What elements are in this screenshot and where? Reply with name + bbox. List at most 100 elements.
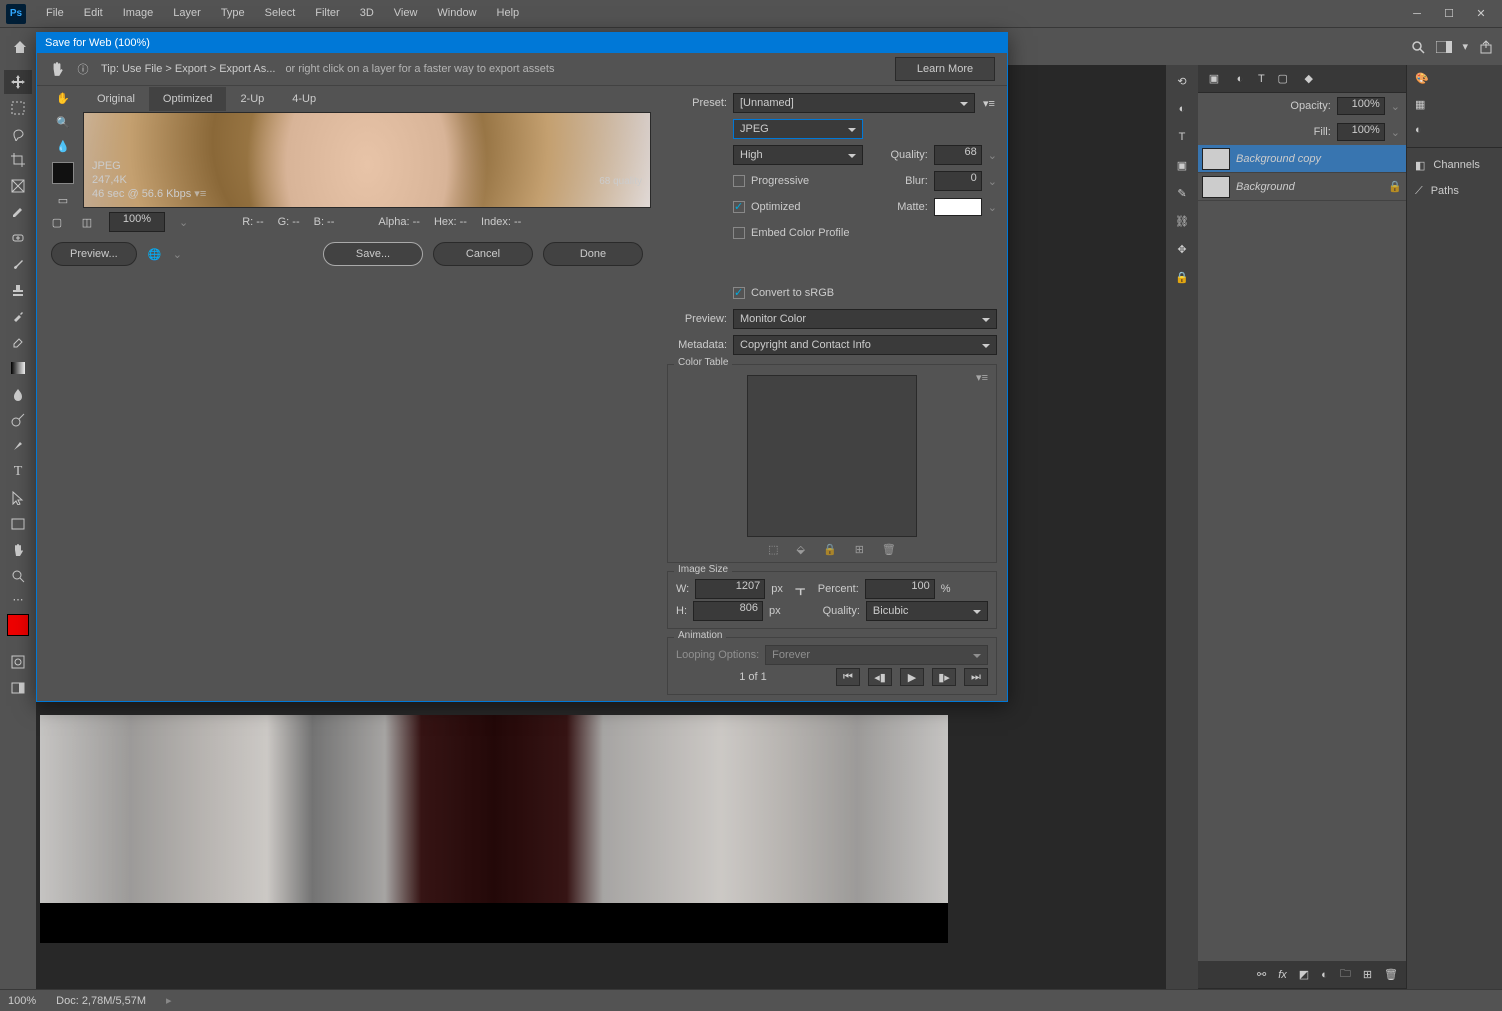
crop-tool[interactable] [4,148,32,172]
menu-window[interactable]: Window [427,0,486,27]
menu-type[interactable]: Type [211,0,255,27]
eyedropper-tool[interactable] [4,200,32,224]
link-icon[interactable]: ⛓ [1174,213,1190,229]
history-icon[interactable]: ⟲ [1174,73,1190,89]
fill-field[interactable]: 100% [1337,123,1385,141]
preset-select[interactable]: [Unnamed] [733,93,975,113]
channels-tab[interactable]: ◧ Channels [1407,152,1502,178]
toggle-slice-icon[interactable]: ▢ [49,214,65,230]
filter-icon[interactable]: ▣ [1206,71,1222,87]
preview-button[interactable]: Preview... [51,242,137,266]
percent-field[interactable]: 100 [865,579,935,599]
color-table[interactable] [747,375,917,537]
width-field[interactable]: 1207 [695,579,765,599]
ct-new-icon[interactable]: ⊞ [855,543,864,556]
dialog-eyedrop-icon[interactable]: 💧 [55,138,71,154]
hand-tool[interactable] [4,538,32,562]
quality-field[interactable]: 68 [934,145,982,165]
home-button[interactable] [8,35,32,59]
first-frame-button[interactable]: ⏮ [836,668,860,686]
frame-tool[interactable] [4,174,32,198]
opacity-field[interactable]: 100% [1337,97,1385,115]
ct-lock-icon[interactable]: 🔒 [823,543,837,556]
preset-menu-icon[interactable]: ▾≡ [981,95,997,111]
lasso-tool[interactable] [4,122,32,146]
gradient-tool[interactable] [4,356,32,380]
blur-tool[interactable] [4,382,32,406]
move-tool[interactable] [4,70,32,94]
adjustment-layer-icon[interactable]: ◐ [1321,969,1328,981]
type-filter-icon[interactable]: T [1258,73,1265,85]
hand-icon[interactable] [49,61,65,77]
ct-icon[interactable]: ⬚ [768,543,778,556]
tab-4up[interactable]: 4-Up [278,87,330,111]
actions-icon[interactable]: ▣ [1174,157,1190,173]
format-select[interactable]: JPEG [733,119,863,139]
more-tools[interactable]: ⋯ [13,593,24,606]
done-button[interactable]: Done [543,242,643,266]
type-tool[interactable]: T [4,460,32,484]
next-frame-button[interactable]: ▮▸ [932,668,956,686]
type-panel-icon[interactable]: T [1174,129,1190,145]
screen-mode[interactable] [4,676,32,700]
window-maximize[interactable]: ☐ [1434,4,1464,24]
prev-frame-button[interactable]: ◂▮ [868,668,892,686]
menu-filter[interactable]: Filter [305,0,349,27]
menu-file[interactable]: File [36,0,74,27]
ct-icon[interactable]: ⬙ [797,543,805,556]
convert-srgb-checkbox[interactable] [733,287,745,299]
dialog-color-swatch[interactable] [52,162,74,184]
dialog-zoom-icon[interactable]: 🔍 [55,114,71,130]
marquee-tool[interactable] [4,96,32,120]
tab-original[interactable]: Original [83,87,149,111]
preview-select[interactable]: Monitor Color [733,309,997,329]
layer-row-active[interactable]: Background copy [1198,145,1406,173]
matte-swatch[interactable] [934,198,982,216]
cancel-button[interactable]: Cancel [433,242,533,266]
play-button[interactable]: ▶ [900,668,924,686]
ct-trash-icon[interactable]: 🗑 [882,543,896,556]
trash-icon[interactable]: 🗑 [1384,968,1398,981]
healing-tool[interactable] [4,226,32,250]
toggle-slices-icon[interactable]: ◫ [79,214,95,230]
resample-select[interactable]: Bicubic [866,601,988,621]
new-layer-icon[interactable]: ⊞ [1363,968,1372,981]
learn-more-button[interactable]: Learn More [895,57,995,81]
adj-icon[interactable]: ◐ [1232,71,1248,87]
stamp-tool[interactable] [4,278,32,302]
constrain-icon[interactable]: ⫟ [795,579,806,600]
optimized-checkbox[interactable] [733,201,745,213]
progressive-checkbox[interactable] [733,175,745,187]
tab-2up[interactable]: 2-Up [226,87,278,111]
properties-icon[interactable]: ◐ [1407,117,1502,143]
color-panel-icon[interactable]: 🎨 [1407,65,1502,91]
brush-tool[interactable] [4,252,32,276]
fx-icon[interactable]: fx [1278,969,1287,981]
menu-edit[interactable]: Edit [74,0,113,27]
last-frame-button[interactable]: ⏭ [964,668,988,686]
pen-tool[interactable] [4,434,32,458]
blur-field[interactable]: 0 [934,171,982,191]
quality-mode-select[interactable]: High [733,145,863,165]
metadata-select[interactable]: Copyright and Contact Info [733,335,997,355]
color-table-menu-icon[interactable]: ▾≡ [976,371,988,384]
dialog-slice-icon[interactable]: ▭ [55,192,71,208]
workspace-icon[interactable] [1436,39,1452,55]
shape-filter-icon[interactable]: ▢ [1275,71,1291,87]
zoom-select[interactable]: 100% [109,212,165,232]
history-brush-tool[interactable] [4,304,32,328]
status-zoom[interactable]: 100% [8,995,36,1007]
link-layers-icon[interactable]: ⚯ [1257,968,1266,981]
path-select-tool[interactable] [4,486,32,510]
brush-panel-icon[interactable]: ✎ [1174,185,1190,201]
swatches-icon[interactable]: ▦ [1407,91,1502,117]
window-close[interactable]: ✕ [1466,4,1496,24]
zoom-tool[interactable] [4,564,32,588]
share-icon[interactable] [1478,39,1494,55]
layer-row[interactable]: Background 🔒 [1198,173,1406,201]
menu-layer[interactable]: Layer [163,0,211,27]
save-button[interactable]: Save... [323,242,423,266]
tab-optimized[interactable]: Optimized [149,87,227,111]
menu-view[interactable]: View [384,0,428,27]
preview-image[interactable]: JPEG 247,4K 46 sec @ 56.6 Kbps ▾≡ 68 qua… [83,112,651,208]
